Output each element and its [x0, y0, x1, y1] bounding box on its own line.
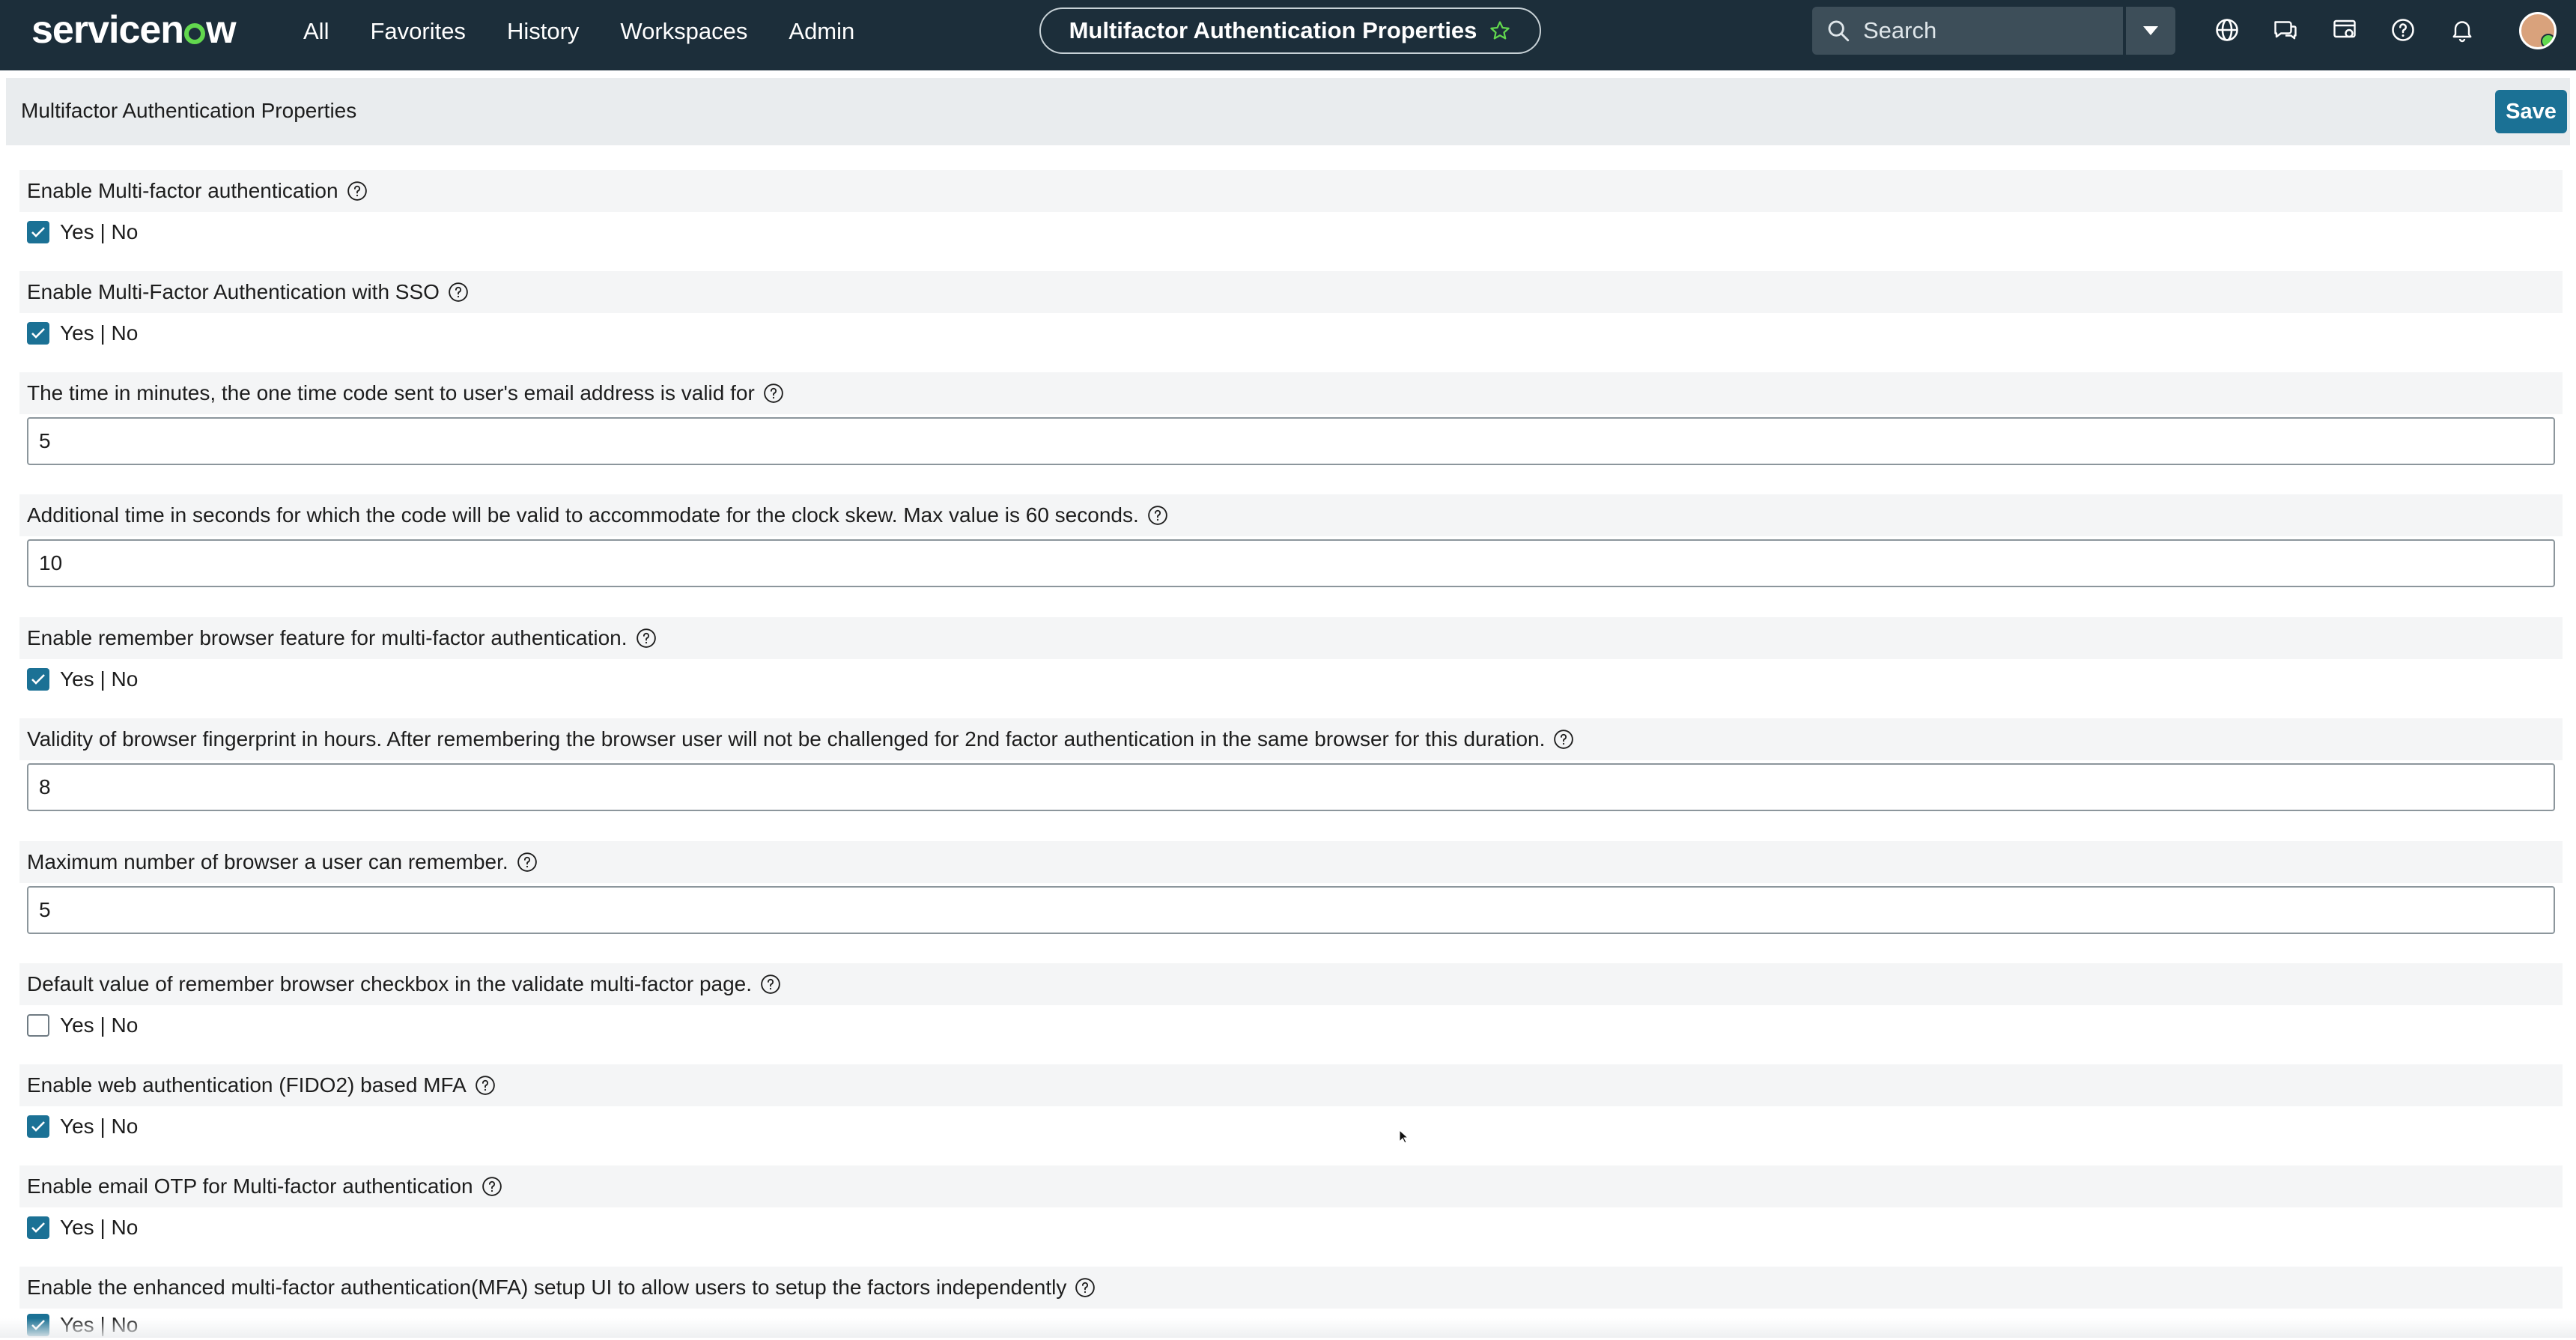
search-scope-dropdown[interactable]: [2126, 7, 2175, 55]
max-browsers-input[interactable]: [27, 886, 2555, 934]
enable-mfa-checkbox[interactable]: [27, 221, 49, 243]
property-label: Maximum number of browser a user can rem…: [27, 850, 508, 873]
bell-icon[interactable]: [2449, 16, 2476, 43]
top-navigation-bar: servicen w All Favorites History Workspac…: [0, 0, 2576, 70]
property-email-otp: Enable email OTP for Multi-factor authen…: [19, 1165, 2563, 1248]
fido2-mfa-checkbox[interactable]: [27, 1115, 49, 1138]
checkmark-icon: [31, 674, 45, 685]
user-avatar[interactable]: [2519, 12, 2557, 49]
property-label-row: Enable Multi-Factor Authentication with …: [19, 271, 2563, 313]
property-label: The time in minutes, the one time code s…: [27, 381, 755, 404]
yes-no-control: Yes | No: [27, 1213, 138, 1243]
caret-down-icon: [2143, 26, 2158, 35]
yes-no-control: Yes | No: [27, 217, 138, 247]
property-label: Enable Multi-factor authentication: [27, 179, 338, 202]
checkmark-icon: [31, 227, 45, 237]
chat-icon[interactable]: [2272, 16, 2299, 43]
clock-skew-input[interactable]: [27, 539, 2555, 587]
help-circle-icon[interactable]: [762, 382, 785, 404]
property-max-browsers: Maximum number of browser a user can rem…: [19, 841, 2563, 939]
checkmark-icon: [31, 328, 45, 339]
property-label-row: Enable email OTP for Multi-factor authen…: [19, 1165, 2563, 1207]
page-title: Multifactor Authentication Properties: [21, 99, 357, 122]
property-label-row: Enable Multi-factor authentication: [19, 170, 2563, 212]
yes-no-control: Yes | No: [27, 1010, 138, 1040]
main-nav: All Favorites History Workspaces Admin: [303, 0, 896, 63]
context-title-pill[interactable]: Multifactor Authentication Properties: [1039, 7, 1541, 54]
form-header: Multifactor Authentication Properties Sa…: [6, 78, 2570, 145]
fingerprint-validity-input[interactable]: [27, 763, 2555, 811]
nav-history[interactable]: History: [507, 18, 579, 45]
globe-icon[interactable]: [2214, 16, 2241, 43]
property-label: Additional time in seconds for which the…: [27, 503, 1139, 527]
nav-admin[interactable]: Admin: [789, 18, 854, 45]
search-placeholder: Search: [1863, 17, 1937, 43]
global-search[interactable]: Search: [1812, 7, 2123, 55]
property-label-row: Enable remember browser feature for mult…: [19, 617, 2563, 659]
property-remember-browser: Enable remember browser feature for mult…: [19, 617, 2563, 700]
context-title: Multifactor Authentication Properties: [1069, 17, 1477, 43]
yes-no-label: Yes | No: [60, 1216, 139, 1239]
checkmark-icon: [31, 1121, 45, 1132]
property-label-row: The time in minutes, the one time code s…: [19, 372, 2563, 414]
property-label-row: Additional time in seconds for which the…: [19, 494, 2563, 536]
property-label: Enable remember browser feature for mult…: [27, 626, 628, 649]
favorite-star-icon[interactable]: [1489, 19, 1511, 42]
yes-no-label: Yes | No: [60, 321, 139, 345]
yes-no-control: Yes | No: [27, 1112, 138, 1142]
property-label: Default value of remember browser checkb…: [27, 972, 753, 995]
help-circle-icon[interactable]: [1074, 1276, 1096, 1299]
nav-workspaces[interactable]: Workspaces: [620, 18, 747, 45]
help-circle-icon[interactable]: [1146, 504, 1169, 527]
help-circle-icon[interactable]: [759, 973, 782, 995]
property-label-row: Enable web authentication (FIDO2) based …: [19, 1064, 2563, 1106]
enable-mfa-sso-checkbox[interactable]: [27, 322, 49, 345]
help-circle-icon[interactable]: [474, 1074, 496, 1097]
yes-no-label: Yes | No: [60, 1013, 139, 1037]
mouse-cursor-icon: [1399, 1130, 1409, 1144]
help-circle-icon[interactable]: [635, 627, 657, 649]
property-enable-mfa-sso: Enable Multi-Factor Authentication with …: [19, 271, 2563, 354]
property-fingerprint-validity: Validity of browser fingerprint in hours…: [19, 718, 2563, 816]
yes-no-label: Yes | No: [60, 220, 139, 243]
property-label-row: Validity of browser fingerprint in hours…: [19, 718, 2563, 760]
property-label: Enable email OTP for Multi-factor authen…: [27, 1174, 473, 1198]
help-circle-icon[interactable]: [1552, 728, 1575, 751]
property-label: Validity of browser fingerprint in hours…: [27, 727, 1546, 751]
property-fido2-mfa: Enable web authentication (FIDO2) based …: [19, 1064, 2563, 1147]
yes-no-control: Yes | No: [27, 664, 138, 694]
email-otp-checkbox[interactable]: [27, 1216, 49, 1239]
property-label: Enable the enhanced multi-factor authent…: [27, 1276, 1067, 1299]
servicenow-logo[interactable]: servicen w: [31, 7, 237, 52]
yes-no-label: Yes | No: [60, 1115, 139, 1138]
contextual-app-icon[interactable]: [2331, 16, 2358, 43]
presence-indicator: [2541, 34, 2554, 47]
property-enable-mfa: Enable Multi-factor authentication Yes |…: [19, 170, 2563, 252]
search-icon: [1828, 20, 1850, 42]
help-icon[interactable]: [2390, 16, 2416, 43]
help-circle-icon[interactable]: [346, 180, 368, 202]
property-clock-skew: Additional time in seconds for which the…: [19, 494, 2563, 592]
bottom-scroll-fade: [0, 1318, 2576, 1338]
default-remember-checkbox[interactable]: [27, 1014, 49, 1037]
property-label-row: Default value of remember browser checkb…: [19, 963, 2563, 1005]
help-circle-icon[interactable]: [516, 851, 538, 873]
help-circle-icon[interactable]: [447, 281, 470, 303]
property-email-code-validity: The time in minutes, the one time code s…: [19, 372, 2563, 470]
nav-favorites[interactable]: Favorites: [370, 18, 465, 45]
save-button[interactable]: Save: [2495, 90, 2567, 133]
property-label-row: Maximum number of browser a user can rem…: [19, 841, 2563, 883]
email-code-validity-input[interactable]: [27, 417, 2555, 465]
checkmark-icon: [31, 1222, 45, 1233]
property-label: Enable web authentication (FIDO2) based …: [27, 1073, 467, 1097]
property-label: Enable Multi-Factor Authentication with …: [27, 280, 440, 303]
property-default-remember-checkbox: Default value of remember browser checkb…: [19, 963, 2563, 1046]
yes-no-label: Yes | No: [60, 667, 139, 691]
help-circle-icon[interactable]: [481, 1175, 503, 1198]
nav-all[interactable]: All: [303, 18, 329, 45]
property-label-row: Enable the enhanced multi-factor authent…: [19, 1267, 2563, 1309]
remember-browser-checkbox[interactable]: [27, 668, 49, 691]
yes-no-control: Yes | No: [27, 318, 138, 348]
